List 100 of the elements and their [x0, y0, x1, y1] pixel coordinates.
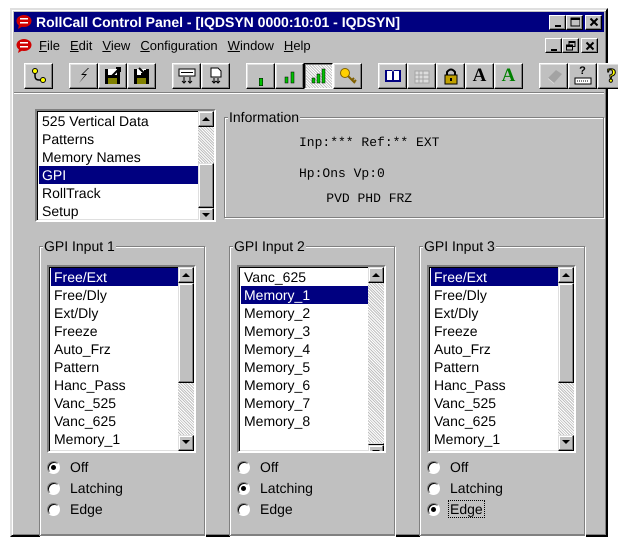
down-arrow-icon: [182, 440, 190, 445]
list-item[interactable]: Ext/Dly: [431, 304, 558, 322]
list-item[interactable]: Memory_3: [241, 322, 368, 340]
keyboard-help-button[interactable]: ?: [568, 62, 597, 88]
minimize-icon: [554, 25, 560, 27]
menu-item[interactable]: File: [34, 36, 65, 56]
list-box[interactable]: 525 Vertical Data Patterns Memory Names GPI RollTrack Setup: [35, 108, 216, 222]
list-item[interactable]: Patterns: [39, 130, 198, 148]
scroll-up-button[interactable]: [558, 266, 574, 282]
menu-item[interactable]: Help: [278, 36, 316, 56]
up-arrow-icon: [182, 272, 190, 277]
list-item[interactable]: Vanc_525: [51, 394, 178, 412]
list-item[interactable]: Vanc_625: [431, 412, 558, 430]
list-item[interactable]: Setup: [39, 202, 198, 220]
list-item[interactable]: Freeze: [431, 322, 558, 340]
list-item[interactable]: Memory_4: [241, 340, 368, 358]
scroll-down-button[interactable]: [178, 434, 194, 450]
list-item[interactable]: Pattern: [431, 358, 558, 376]
radio-button[interactable]: [237, 502, 250, 516]
list-item[interactable]: Pattern: [51, 358, 178, 376]
minimize-button[interactable]: [545, 38, 562, 54]
scroll-down-button[interactable]: [198, 208, 214, 220]
scroll-up-button[interactable]: [198, 110, 214, 126]
up-arrow-icon: [562, 272, 570, 277]
key-icon: [338, 66, 358, 86]
info-text: Inp:*** Ref:** EXT: [299, 134, 440, 150]
radio-button[interactable]: [237, 482, 250, 494]
radio-label[interactable]: Latching: [448, 479, 505, 497]
signal-bar-icon: [258, 78, 262, 86]
close-button[interactable]: [581, 38, 598, 54]
list-item[interactable]: Vanc_625: [51, 412, 178, 430]
keyboard-icon: [572, 77, 592, 85]
list-item[interactable]: Free/Ext: [51, 268, 178, 286]
list-item[interactable]: Freeze: [51, 322, 178, 340]
maximize-icon: [570, 17, 580, 27]
close-icon: [588, 17, 598, 27]
radio-label[interactable]: Latching: [258, 479, 315, 497]
list-box[interactable]: Free/Ext Free/Dly Ext/Dly Freeze Auto_Frz Pattern Hanc_Pass Vanc_525 Vanc_625 Memory_1: [427, 264, 576, 452]
restore-icon: [566, 40, 576, 51]
list-item[interactable]: GPI: [39, 166, 198, 184]
radio-button[interactable]: [427, 460, 440, 474]
list-item[interactable]: Memory_6: [241, 376, 368, 394]
signal-bars-icon: [308, 66, 328, 86]
device-download-icon: [176, 66, 196, 86]
radio-label[interactable]: Off: [68, 458, 90, 476]
radio-button[interactable]: [47, 460, 60, 474]
radio-button[interactable]: [237, 460, 250, 474]
list-item[interactable]: RollTrack: [39, 184, 198, 202]
list-item[interactable]: Hanc_Pass: [431, 376, 558, 394]
up-arrow-icon: [202, 116, 210, 121]
list-item[interactable]: Ext/Dly: [51, 304, 178, 322]
radio-label[interactable]: Edge: [258, 500, 295, 518]
font-button[interactable]: A: [465, 62, 494, 88]
list-item[interactable]: Memory_8: [241, 412, 368, 430]
radio-button[interactable]: [427, 482, 440, 494]
list-item[interactable]: Memory_7: [241, 394, 368, 412]
list-item[interactable]: Memory Names: [39, 148, 198, 166]
menu-item[interactable]: Configuration: [135, 36, 223, 56]
restore-button[interactable]: [562, 38, 579, 54]
scroll-down-button[interactable]: [558, 434, 574, 450]
toolbar-button[interactable]: [304, 62, 333, 88]
window-title: RollCall Control Panel - [IQDSYN 0000:10:01 - IQDSYN]: [36, 12, 402, 32]
radio-button[interactable]: [427, 502, 440, 516]
radio-label[interactable]: Edge: [68, 500, 105, 518]
radio-button[interactable]: [47, 482, 60, 494]
list-item[interactable]: Memory_5: [241, 358, 368, 376]
scroll-up-button[interactable]: [178, 266, 194, 282]
radio-button[interactable]: [47, 502, 60, 516]
list-item[interactable]: Vanc_625: [241, 268, 368, 286]
list-item[interactable]: 525 Vertical Data: [39, 112, 198, 130]
group-title: Information: [228, 108, 300, 124]
list-item[interactable]: Auto_Frz: [51, 340, 178, 358]
list-box[interactable]: Free/Ext Free/Dly Ext/Dly Freeze Auto_Frz Pattern Hanc_Pass Vanc_525 Vanc_625 Memory_1: [47, 264, 196, 452]
down-arrow-icon: [202, 213, 210, 218]
radio-label[interactable]: Edge: [448, 500, 485, 518]
list-item[interactable]: Memory_2: [241, 304, 368, 322]
menu-item[interactable]: View: [97, 36, 136, 56]
list-box[interactable]: Vanc_625 Memory_1 Memory_2 Memory_3 Memory_4 Memory_5 Memory_6 Memory_7 Memory_8: [237, 264, 386, 452]
radio-label[interactable]: Latching: [68, 479, 125, 497]
menu-item[interactable]: Edit: [64, 36, 98, 56]
list-item[interactable]: Memory_1: [51, 430, 178, 448]
app-logo-icon[interactable]: [16, 14, 32, 30]
list-item[interactable]: Free/Dly: [51, 286, 178, 304]
list-item[interactable]: Free/Ext: [431, 268, 558, 286]
close-button[interactable]: [585, 14, 602, 30]
scroll-up-button[interactable]: [368, 266, 384, 282]
list-item[interactable]: Memory_1: [431, 430, 558, 448]
list-item[interactable]: Memory_1: [241, 286, 368, 304]
menu-item[interactable]: Window: [222, 36, 279, 56]
info-text: PVD PHD FRZ: [325, 190, 414, 206]
maximize-button[interactable]: [566, 14, 583, 30]
list-item[interactable]: Auto_Frz: [431, 340, 558, 358]
list-item[interactable]: Vanc_525: [431, 394, 558, 412]
minimize-button[interactable]: [549, 14, 566, 30]
up-arrow-icon: [372, 272, 380, 277]
list-item[interactable]: Free/Dly: [431, 286, 558, 304]
minimize-icon: [550, 48, 556, 51]
radio-label[interactable]: Off: [258, 458, 280, 476]
list-item[interactable]: Hanc_Pass: [51, 376, 178, 394]
radio-label[interactable]: Off: [448, 458, 470, 476]
